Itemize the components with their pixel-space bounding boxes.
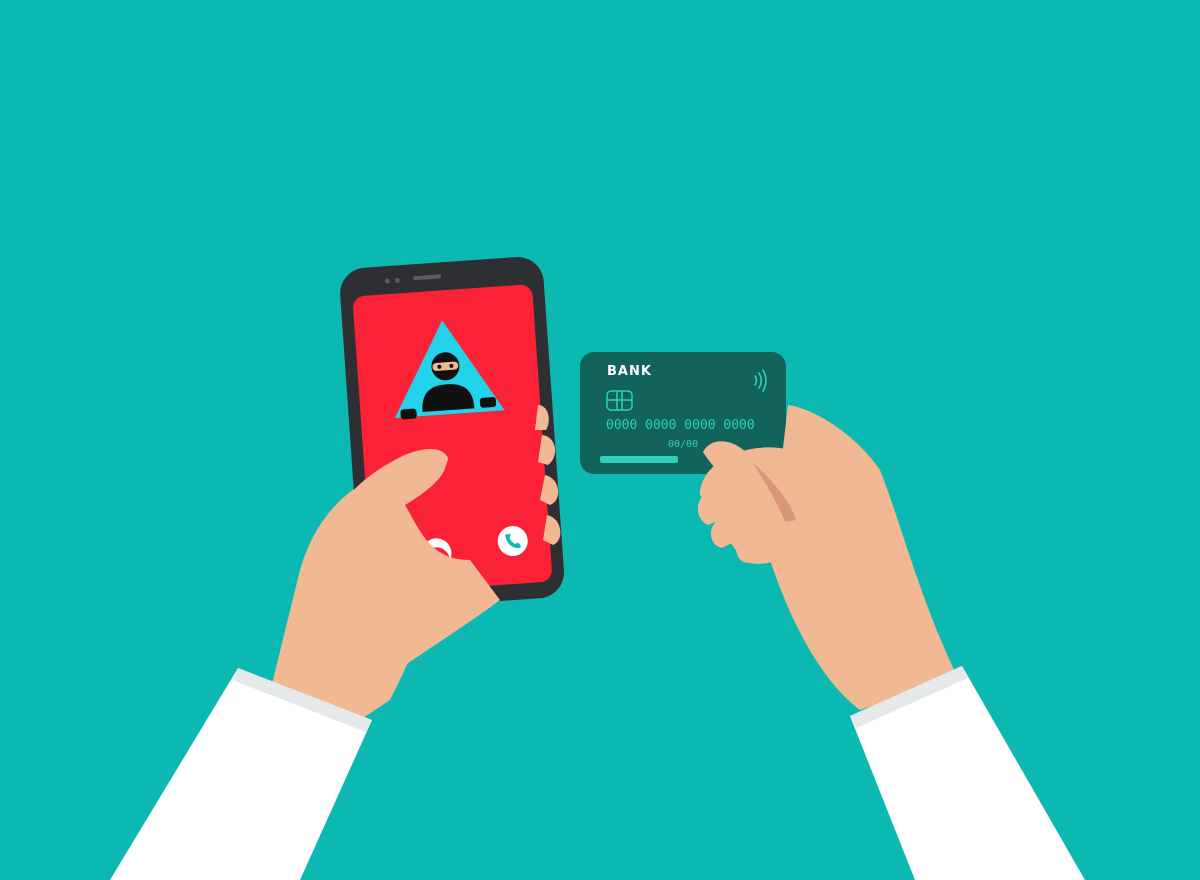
card-number: 0000 0000 0000 0000 bbox=[606, 418, 755, 433]
hacker-hand-left bbox=[400, 408, 417, 420]
card-expiry: 00/00 bbox=[668, 439, 698, 450]
card-bank-label: BANK bbox=[607, 364, 652, 379]
hacker-hand-right bbox=[479, 397, 497, 408]
illustration-scene: BANK 0000 0000 0000 0000 00/00 bbox=[0, 0, 1200, 880]
card-stripe bbox=[600, 456, 678, 463]
